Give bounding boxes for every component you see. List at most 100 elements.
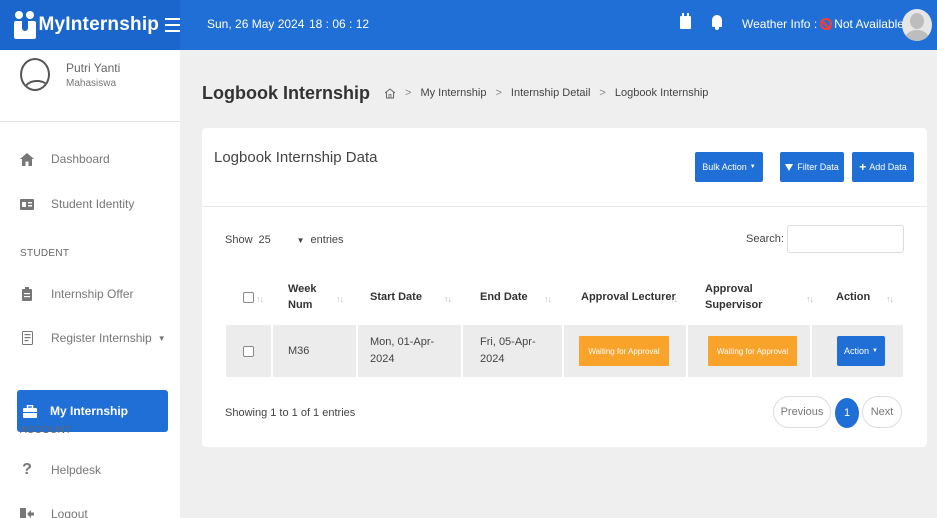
clipboard-icon <box>20 287 34 301</box>
section-heading-account: ACCOUNT <box>20 425 72 436</box>
sort-icon: ↑↓ <box>806 294 814 304</box>
column-label: Start Date <box>370 291 422 303</box>
user-avatar-menu[interactable] <box>902 9 932 41</box>
column-action[interactable]: Action <box>836 272 870 322</box>
brand-title: MyInternship <box>38 14 160 35</box>
filter-data-button[interactable]: Filter Data <box>780 152 844 182</box>
sidebar-item-logout[interactable]: Logout <box>20 507 88 518</box>
column-label: End Date <box>480 291 528 303</box>
sort-icon: ↑↓ <box>544 294 552 304</box>
hamburger-menu-icon[interactable] <box>165 18 180 32</box>
weather-info: Weather Info : Not Available <box>742 17 904 31</box>
logbook-card: Logbook Internship Data Bulk Action ▼ Fi… <box>202 128 927 447</box>
column-approval-supervisor[interactable]: Approval Supervisor <box>705 272 762 322</box>
column-label: Approval <box>705 283 753 295</box>
divider <box>202 206 927 207</box>
chevron-right-icon: > <box>405 87 412 99</box>
sidebar-item-label: Internship Offer <box>51 287 134 301</box>
bulk-action-button[interactable]: Bulk Action ▼ <box>695 152 763 182</box>
show-label: Show <box>225 234 253 246</box>
weather-value: Not Available <box>834 17 904 31</box>
section-heading-student: STUDENT <box>20 248 70 259</box>
column-start-date[interactable]: Start Date <box>370 272 422 322</box>
previous-page-button[interactable]: Previous <box>773 396 831 428</box>
plus-icon: + <box>859 160 867 174</box>
current-date: Sun, 26 May 2024 <box>207 17 305 31</box>
sidebar-item-label: Register Internship <box>51 331 152 345</box>
chevron-right-icon: > <box>495 87 502 99</box>
sort-icon: ↑↓ <box>670 294 678 304</box>
column-week-num[interactable]: Week Num <box>288 272 317 322</box>
column-end-date[interactable]: End Date <box>480 272 528 322</box>
column-approval-lecturer[interactable]: Approval Lecturer <box>581 272 676 322</box>
user-profile: Putri Yanti Mahasiswa <box>20 58 120 91</box>
breadcrumb-item-internship-detail[interactable]: Internship Detail <box>511 87 591 99</box>
cell-text: 2024 <box>370 353 395 365</box>
entries-select[interactable]: 25 ▼ <box>259 232 305 248</box>
table-header: ↑↓ Week Num ↑↓ Start Date ↑↓ End Date ↑↓… <box>226 272 903 322</box>
cell-text: Mon, 01-Apr- <box>370 336 435 348</box>
column-label: Num <box>288 299 313 311</box>
sidebar-item-label: Dashboard <box>51 152 110 166</box>
form-icon <box>20 331 34 345</box>
cell-text: Fri, 05-Apr- <box>480 336 536 348</box>
page-1-button[interactable]: 1 <box>835 398 859 428</box>
current-time: 18 : 06 : 12 <box>309 17 370 31</box>
showing-info: Showing 1 to 1 of 1 entries <box>225 407 356 419</box>
row-checkbox-cell <box>243 325 254 377</box>
chevron-right-icon: > <box>599 87 606 99</box>
card-title: Logbook Internship Data <box>214 149 378 166</box>
briefcase-icon <box>23 404 37 418</box>
row-action-button[interactable]: Action ▼ <box>837 336 885 366</box>
cell-start-date: Mon, 01-Apr- 2024 <box>370 325 434 377</box>
table-row: M36 Mon, 01-Apr- 2024 Fri, 05-Apr- 2024 … <box>226 325 903 377</box>
cell-approval-lecturer: Waiting for Approval <box>579 325 669 377</box>
chevron-down-icon: ▼ <box>872 348 878 354</box>
user-role: Mahasiswa <box>66 77 117 89</box>
select-all-checkbox[interactable] <box>243 291 254 303</box>
filter-icon <box>785 163 794 171</box>
sidebar-item-student-identity[interactable]: Student Identity <box>20 197 134 211</box>
sidebar: Putri Yanti Mahasiswa Dashboard Student … <box>0 50 180 518</box>
sort-icon: ↑↓ <box>886 294 894 304</box>
entries-value: 25 <box>258 234 271 246</box>
home-icon <box>20 152 34 166</box>
search-input[interactable] <box>787 225 904 253</box>
id-card-icon <box>20 197 34 211</box>
cell-week-num: M36 <box>288 345 310 357</box>
next-page-button[interactable]: Next <box>862 396 902 428</box>
cell-approval-supervisor: Waiting for Approval <box>708 325 797 377</box>
column-label: Supervisor <box>705 299 763 311</box>
sidebar-item-label: Student Identity <box>51 197 135 211</box>
breadcrumb-item-logbook: Logbook Internship <box>614 87 709 99</box>
sidebar-item-dashboard[interactable]: Dashboard <box>20 152 110 166</box>
brand[interactable]: MyInternship <box>0 0 180 50</box>
cell-text: 2024 <box>480 353 505 365</box>
action-label: Action <box>844 346 870 356</box>
bell-icon[interactable] <box>712 15 722 30</box>
column-label: Approval Lecturer <box>581 291 676 303</box>
sidebar-item-label: Logout <box>51 507 88 518</box>
cell-end-date: Fri, 05-Apr- 2024 <box>480 325 536 377</box>
logout-icon <box>20 507 34 518</box>
breadcrumb-item-my-internship[interactable]: My Internship <box>420 87 486 99</box>
sidebar-item-internship-offer[interactable]: Internship Offer <box>20 287 134 301</box>
sidebar-item-register-internship[interactable]: Register Internship ▼ <box>20 331 166 345</box>
top-bar: MyInternship Sun, 26 May 2024 18 : 06 : … <box>0 0 937 50</box>
calendar-icon[interactable] <box>680 13 691 29</box>
not-available-icon <box>820 18 833 30</box>
sort-icon: ↑↓ <box>444 294 452 304</box>
add-data-label: Add Data <box>869 162 907 172</box>
question-icon: ? <box>22 461 32 478</box>
sidebar-item-helpdesk[interactable]: ? Helpdesk <box>20 461 102 478</box>
select-all-header[interactable]: ↑↓ <box>243 272 264 322</box>
sort-icon: ↑↓ <box>336 294 344 304</box>
add-data-button[interactable]: + Add Data <box>852 152 914 182</box>
home-icon[interactable] <box>384 87 396 99</box>
row-checkbox[interactable] <box>243 345 254 357</box>
user-name: Putri Yanti <box>66 60 121 75</box>
divider <box>0 121 180 122</box>
entries-control: Show 25 ▼ entries <box>225 232 344 248</box>
chevron-down-icon: ▼ <box>157 333 166 343</box>
sidebar-item-label: Helpdesk <box>51 463 102 477</box>
